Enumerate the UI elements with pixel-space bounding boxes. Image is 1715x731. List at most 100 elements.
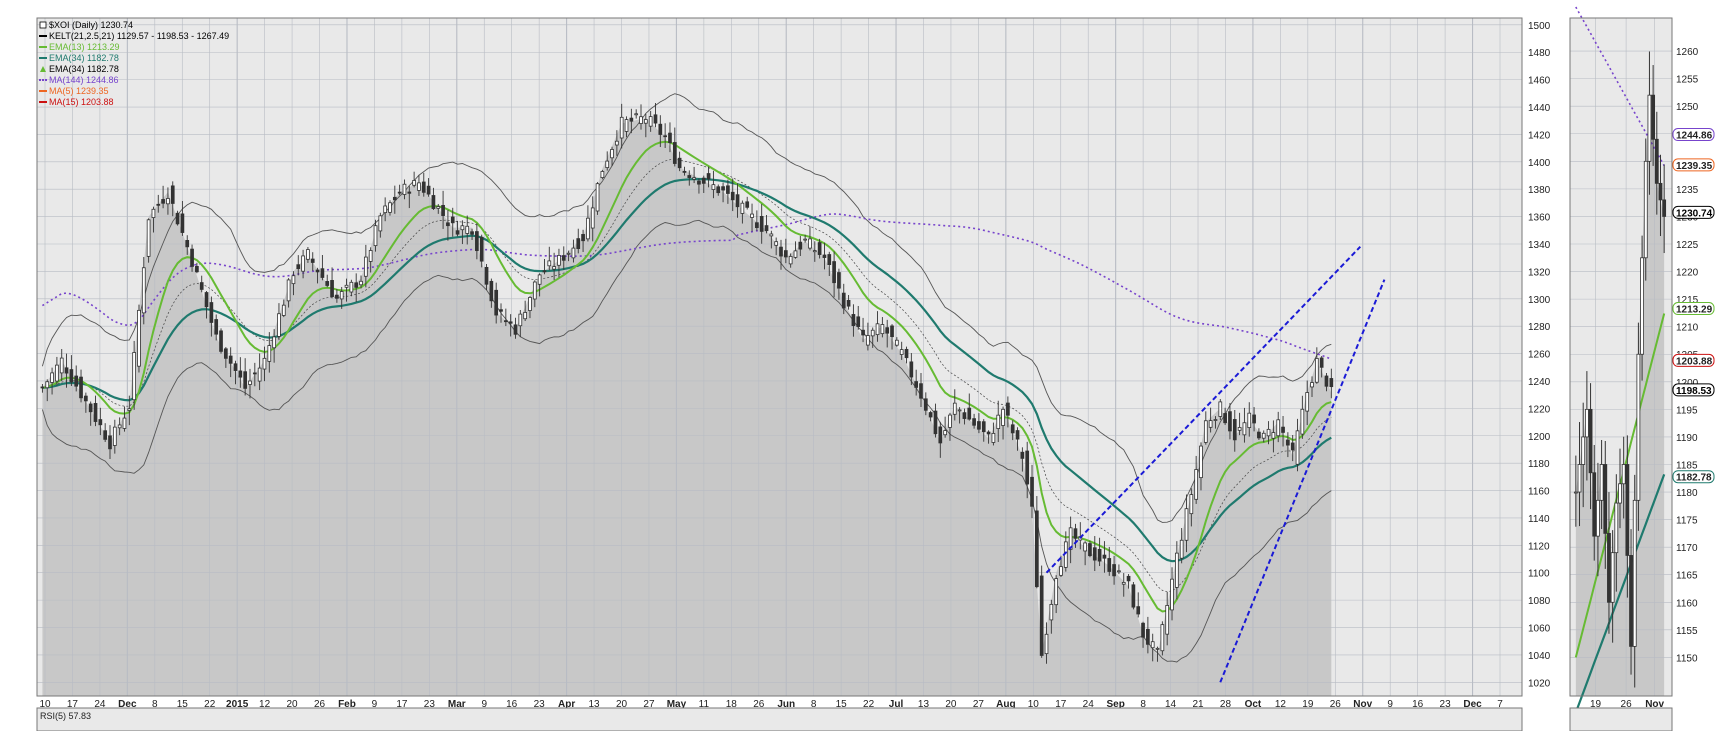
candle-body	[50, 372, 54, 383]
candle-body	[373, 225, 378, 247]
candle-body	[1035, 510, 1039, 588]
candle-body	[1044, 633, 1049, 655]
candle-body	[571, 247, 576, 259]
candle-body	[899, 349, 904, 355]
mini-y-tick-label: 1210	[1676, 323, 1699, 334]
candle-body	[1276, 419, 1281, 437]
mini-y-tick-label: 1150	[1676, 653, 1698, 664]
candle-body	[1290, 442, 1295, 451]
main-y-axis: 1020 1040 1060 1080 1100 1120 1140 1160 1180 1200…	[1528, 21, 1551, 689]
mini-candle-body	[1658, 182, 1663, 201]
candle-body	[1319, 357, 1324, 368]
value-tag-label: 1239.35	[1676, 161, 1713, 172]
rsi-panel	[36, 707, 1523, 731]
candle-body	[204, 292, 209, 308]
candle-body	[1271, 432, 1276, 439]
candle-body	[84, 395, 88, 402]
candle-body	[832, 261, 836, 284]
candle-body	[1025, 450, 1030, 485]
y-tick-label: 1360	[1528, 213, 1551, 224]
legend-entry: MA(5) 1239.35	[49, 86, 109, 96]
mini-value-tags: 1244.86 1239.35 1230.74 1213.29 1203.88 1198.…	[1672, 128, 1715, 484]
candle-body	[629, 117, 634, 122]
candle-body	[643, 119, 648, 124]
mini-candle-body	[1581, 436, 1586, 465]
candle-body	[141, 267, 146, 314]
mini-candle-body	[1603, 464, 1608, 534]
candle-body	[706, 173, 711, 180]
candle-body	[986, 431, 991, 435]
candle-body	[1228, 411, 1232, 432]
candle-body	[1160, 624, 1165, 652]
candle-body	[996, 414, 1001, 429]
candle-body	[238, 370, 243, 378]
candle-body	[697, 180, 701, 185]
candle-body	[783, 250, 788, 258]
y-tick-label: 1380	[1528, 185, 1551, 196]
candle-body	[257, 367, 262, 382]
candle-body	[735, 194, 740, 208]
candle-body	[378, 215, 383, 232]
mini-y-tick-label: 1175	[1676, 516, 1698, 527]
y-tick-label: 1120	[1528, 541, 1550, 552]
y-tick-label: 1140	[1528, 514, 1550, 525]
candle-body	[368, 250, 373, 262]
candle-body	[523, 312, 527, 320]
candle-body	[1131, 584, 1136, 608]
mini-candle-body	[1647, 94, 1652, 162]
candle-body	[272, 336, 276, 349]
mini-candle-body	[1614, 502, 1619, 554]
y-tick-label: 1020	[1528, 678, 1551, 689]
candle-body	[1010, 424, 1015, 434]
candle-body	[1261, 432, 1266, 439]
y-tick-label: 1080	[1528, 596, 1551, 607]
candle-body	[1102, 554, 1107, 559]
candle-body	[938, 426, 943, 444]
candle-body	[619, 116, 624, 139]
candle-body	[74, 375, 79, 387]
candle-body	[653, 114, 658, 124]
candle-body	[788, 256, 793, 265]
legend-entry: EMA(34) 1182.78	[49, 53, 119, 63]
candle-body	[1232, 419, 1237, 441]
candle-body	[793, 250, 798, 258]
candle-body	[1054, 578, 1059, 606]
candle-body	[904, 348, 909, 359]
candle-body	[837, 272, 841, 289]
legend-entry: EMA(34) 1182.78	[49, 64, 119, 74]
candle-body	[1121, 582, 1126, 585]
mini-candle-body	[1636, 353, 1641, 501]
candle-body	[658, 123, 663, 135]
candle-body	[470, 231, 474, 235]
candle-body	[755, 222, 759, 229]
y-tick-label: 1440	[1528, 103, 1551, 114]
candle-body	[407, 191, 412, 194]
candle-body	[1136, 606, 1141, 615]
candle-body	[1083, 542, 1087, 552]
candle-body	[45, 381, 50, 389]
y-tick-label: 1200	[1528, 432, 1551, 443]
candle-body	[503, 320, 508, 323]
mini-y-tick-label: 1160	[1676, 598, 1698, 609]
candle-body	[909, 361, 914, 378]
candle-body	[455, 230, 460, 235]
candle-body	[1146, 628, 1150, 645]
legend-entry: $XOI (Daily) 1230.74	[49, 20, 133, 30]
candle-body	[769, 233, 774, 237]
candle-body	[1237, 427, 1242, 431]
candle-body	[1015, 430, 1020, 440]
candle-body	[1305, 392, 1310, 412]
candle-body	[1179, 539, 1184, 559]
candle-body	[484, 266, 489, 285]
candle-body	[1252, 414, 1256, 424]
y-tick-label: 1180	[1528, 459, 1550, 470]
candle-body	[1141, 622, 1145, 638]
candle-body	[552, 266, 556, 270]
candle-body	[890, 325, 894, 338]
candle-body	[1199, 445, 1203, 479]
candle-body	[112, 426, 117, 446]
candle-body	[475, 231, 479, 252]
candle-body	[1006, 402, 1010, 416]
candle-body	[518, 313, 523, 327]
candle-body	[948, 414, 952, 428]
